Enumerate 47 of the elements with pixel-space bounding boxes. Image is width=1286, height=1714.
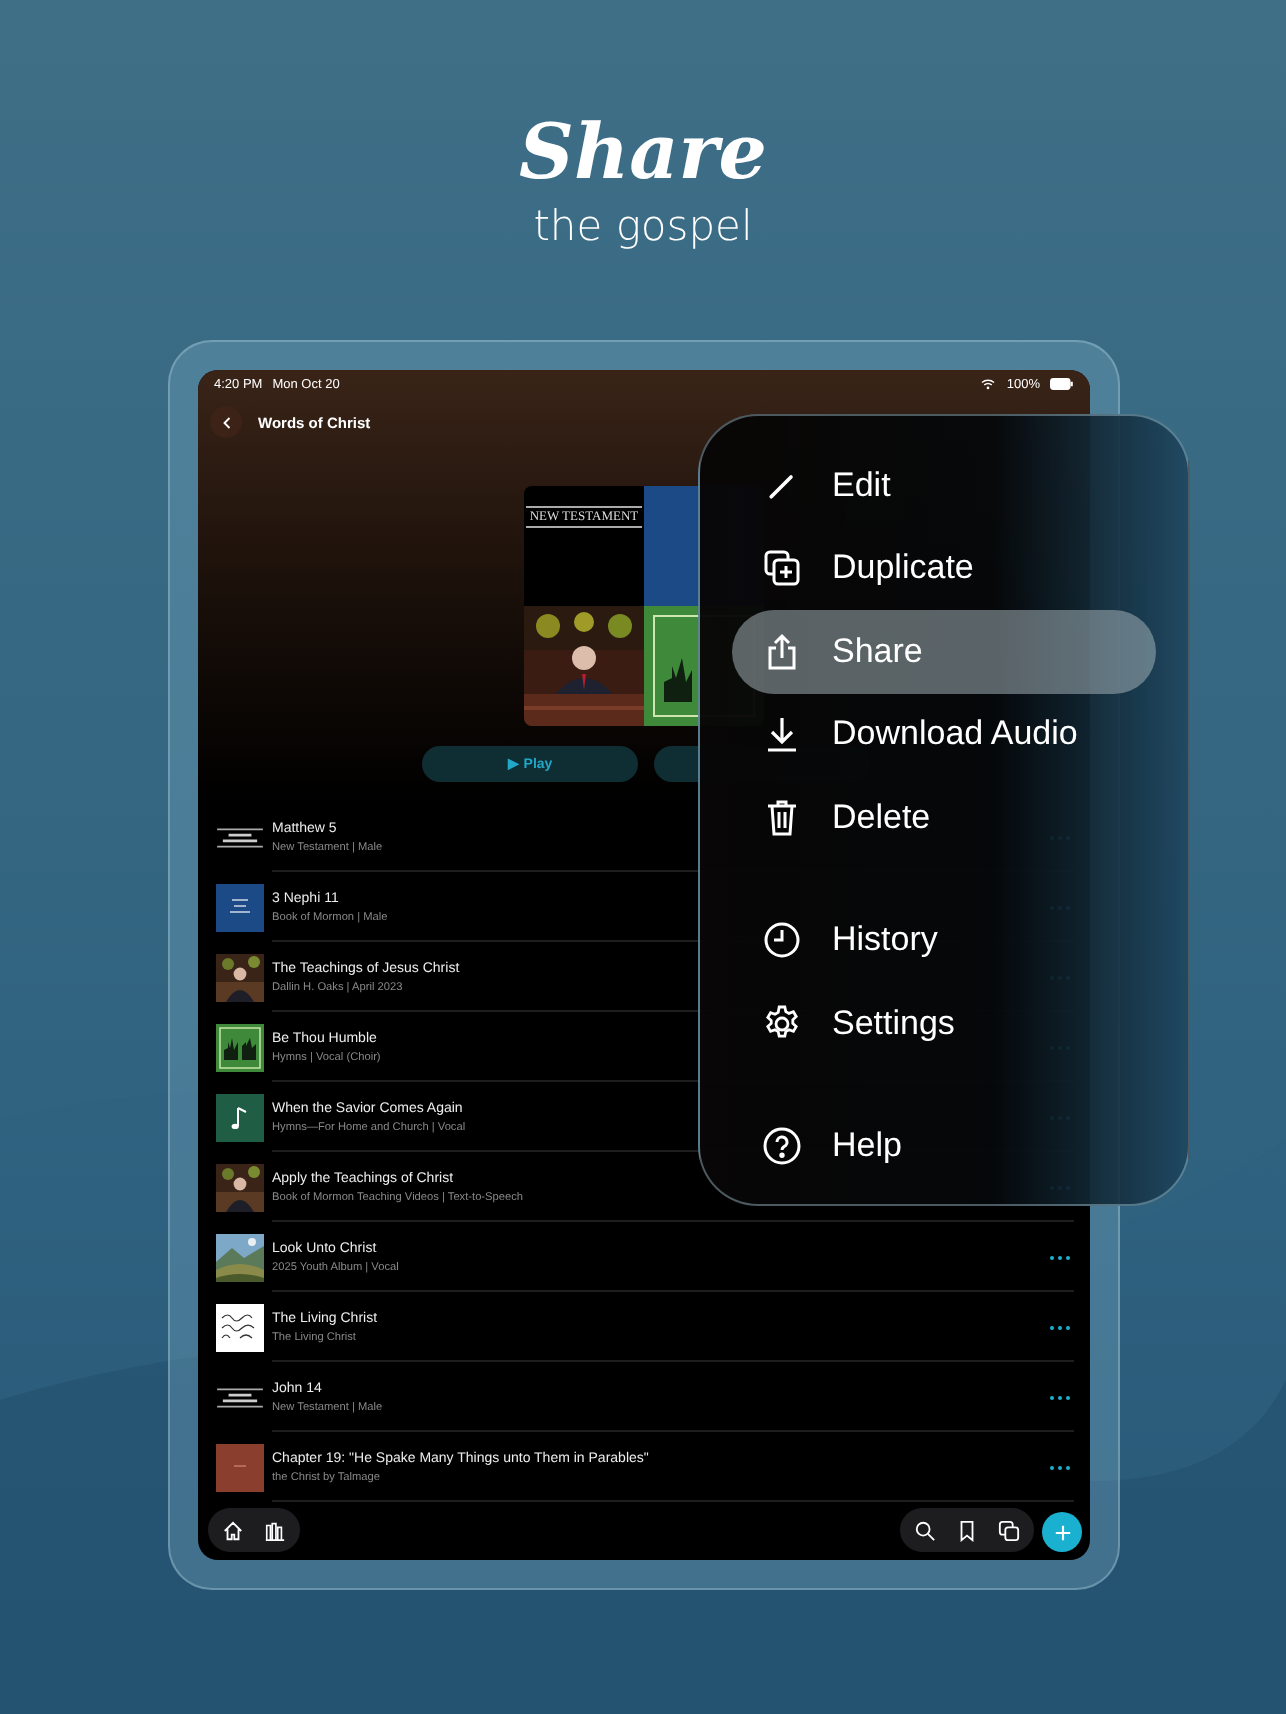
handwriting-icon: [216, 1303, 264, 1351]
copy-icon: [998, 1519, 1020, 1541]
subheadline: the gospel: [533, 200, 753, 252]
more-button[interactable]: [1048, 1463, 1072, 1471]
menu-item[interactable]: Download Audio: [732, 693, 1156, 776]
home-icon: [222, 1519, 244, 1541]
more-button[interactable]: [1048, 1323, 1072, 1331]
clock-icon: [762, 920, 802, 961]
menu-item[interactable]: Duplicate: [732, 527, 1156, 610]
menu-item[interactable]: History: [732, 899, 1156, 982]
menu-item[interactable]: Delete: [732, 776, 1156, 859]
back-button[interactable]: [210, 406, 242, 438]
help-icon: [762, 1126, 802, 1167]
plus-icon: [1053, 1523, 1071, 1541]
book-cover-icon: [216, 1443, 264, 1491]
more-icon: [1048, 1463, 1072, 1471]
menu-item[interactable]: Help: [732, 1105, 1156, 1188]
search-icon: [914, 1519, 936, 1541]
battery-icon: [1050, 378, 1074, 390]
library-icon: [264, 1519, 286, 1541]
library-button[interactable]: [264, 1519, 286, 1541]
more-icon: [1048, 1393, 1072, 1401]
more-button[interactable]: [1048, 1253, 1072, 1261]
trash-icon: [762, 797, 802, 838]
search-button[interactable]: [914, 1519, 936, 1541]
more-icon: [1048, 1253, 1072, 1261]
music-note-icon: [216, 1093, 264, 1141]
book-cover-icon: [216, 827, 264, 847]
menu-item[interactable]: Edit: [732, 444, 1156, 527]
bookmark-button[interactable]: [956, 1519, 978, 1541]
headline: Share: [519, 104, 767, 200]
book-cover-icon: [216, 1387, 264, 1407]
wifi-icon: [980, 378, 997, 390]
more-button[interactable]: [1048, 1393, 1072, 1401]
choir-icon: [216, 1023, 264, 1071]
add-button[interactable]: [1042, 1512, 1082, 1552]
copy-button[interactable]: [998, 1519, 1020, 1541]
duplicate-icon: [762, 548, 802, 589]
menu-item[interactable]: Share: [732, 610, 1156, 693]
menu-item[interactable]: Settings: [732, 982, 1156, 1065]
home-button[interactable]: [222, 1519, 244, 1541]
more-icon: [1048, 1323, 1072, 1331]
book-cover-icon: [216, 883, 264, 931]
back-icon: [221, 415, 231, 429]
settings-icon: [762, 1003, 802, 1044]
bookmark-icon: [956, 1519, 978, 1541]
download-icon: [762, 714, 802, 755]
